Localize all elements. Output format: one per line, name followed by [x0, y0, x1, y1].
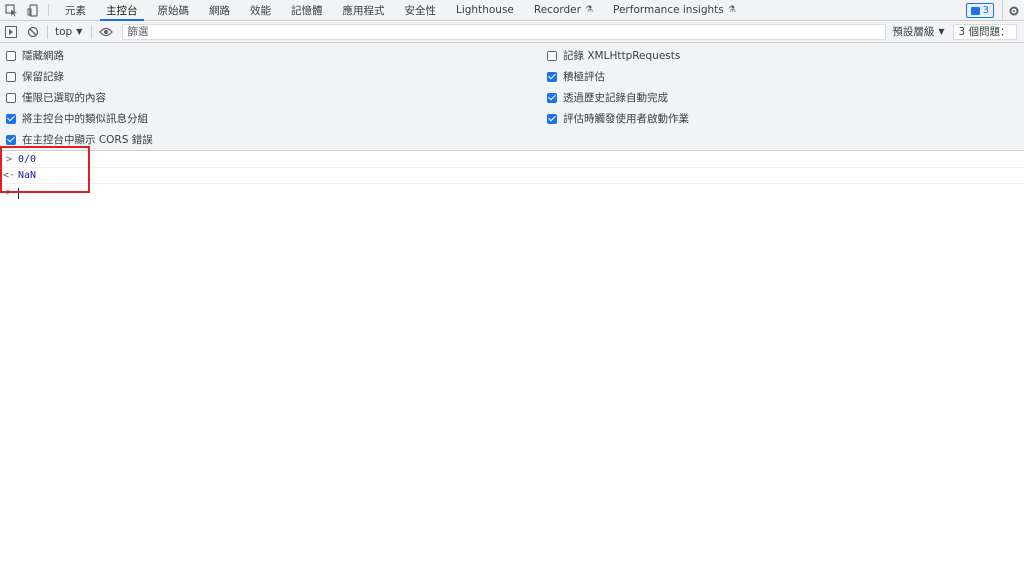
tab-label: 主控台: [106, 4, 138, 17]
setting-preserve-log[interactable]: 保留記錄: [6, 69, 64, 84]
dropdown-arrow-icon: ▼: [76, 27, 83, 36]
checkbox[interactable]: [547, 50, 557, 61]
dropdown-arrow-icon: ▼: [938, 27, 945, 36]
setting-hide-network[interactable]: 隱藏網路: [6, 48, 64, 63]
console-input-message: > 0/0: [0, 152, 1024, 168]
setting-label: 評估時觸發使用者啟動作業: [563, 113, 689, 125]
tab-label: 應用程式: [342, 4, 385, 17]
experimental-flask-icon: ⚗: [584, 5, 594, 15]
issues-counter-button[interactable]: 3 個問題：: [952, 23, 1017, 40]
setting-label: 保留記錄: [22, 71, 64, 83]
tab-elements[interactable]: 元素: [55, 0, 96, 20]
setting-user-activation[interactable]: 評估時觸發使用者啟動作業: [547, 111, 689, 126]
console-result-message: <· NaN: [0, 168, 1024, 184]
console-prompt-line[interactable]: >: [0, 184, 1024, 200]
live-expression-eye-icon[interactable]: [95, 21, 117, 43]
checkbox[interactable]: [6, 71, 16, 82]
separator: [91, 24, 93, 39]
setting-selected-context-only[interactable]: 僅限已選取的內容: [6, 90, 106, 105]
clear-console-icon[interactable]: [22, 21, 44, 43]
tab-memory[interactable]: 記憶體: [281, 0, 333, 20]
tab-performance-insights[interactable]: Performance insights ⚗: [603, 0, 746, 20]
tab-sources[interactable]: 原始碼: [148, 0, 200, 20]
tab-label: 原始碼: [157, 4, 190, 17]
context-label: top: [55, 25, 73, 38]
checkbox[interactable]: [547, 92, 557, 103]
sidebar-toggle-icon[interactable]: [0, 21, 22, 43]
setting-label: 透過歷史記錄自動完成: [563, 92, 668, 104]
filter-input[interactable]: 篩選: [122, 23, 887, 40]
setting-label: 將主控台中的類似訊息分組: [22, 113, 148, 125]
settings-gear-icon[interactable]: [1002, 0, 1024, 21]
tab-performance[interactable]: 效能: [240, 0, 281, 20]
tab-network[interactable]: 網路: [199, 0, 240, 20]
log-levels-label: 預設層級: [892, 26, 935, 38]
red-highlight-box: [0, 146, 90, 193]
tab-security[interactable]: 安全性: [395, 0, 447, 20]
tab-label: Recorder: [533, 4, 581, 16]
tab-label: 安全性: [404, 4, 437, 17]
checkbox[interactable]: [547, 71, 557, 82]
tab-recorder[interactable]: Recorder ⚗: [524, 0, 603, 20]
setting-show-cors-errors[interactable]: 在主控台中顯示 CORS 錯誤: [6, 132, 153, 147]
issues-counter-label: 3 個問題：: [958, 26, 1011, 38]
checkbox[interactable]: [547, 113, 557, 124]
issues-count: 3: [982, 5, 989, 16]
experimental-flask-icon: ⚗: [727, 5, 736, 15]
checkbox[interactable]: [6, 134, 16, 145]
setting-eager-evaluation[interactable]: 積極評估: [547, 69, 605, 84]
context-selector[interactable]: top ▼: [51, 26, 88, 38]
setting-autocomplete-history[interactable]: 透過歷史記錄自動完成: [547, 90, 668, 105]
tab-application[interactable]: 應用程式: [333, 0, 395, 20]
tab-label: 網路: [209, 4, 230, 17]
setting-group-similar[interactable]: 將主控台中的類似訊息分組: [6, 111, 148, 126]
message-icon: [970, 6, 980, 15]
separator: [48, 4, 49, 16]
setting-label: 積極評估: [563, 71, 605, 83]
checkbox[interactable]: [6, 113, 16, 124]
tab-label: 效能: [250, 4, 271, 17]
issues-badge-button[interactable]: 3: [965, 3, 994, 18]
tab-console[interactable]: 主控台: [96, 0, 148, 21]
tab-label: 元素: [65, 4, 86, 17]
devtools-tab-bar: 元素 主控台 原始碼 網路 效能 記憶體 應用程式 安全性 Lighthouse…: [0, 0, 1024, 21]
console-settings-pane: 隱藏網路 保留記錄 僅限已選取的內容 將主控台中的類似訊息分組 在主控台中顯示 …: [0, 43, 1024, 151]
filter-placeholder: 篩選: [127, 26, 149, 38]
setting-label: 僅限已選取的內容: [22, 92, 106, 104]
setting-label: 隱藏網路: [22, 50, 64, 62]
tab-label: 記憶體: [291, 4, 323, 17]
console-output[interactable]: > 0/0 <· NaN >: [0, 151, 1024, 571]
separator: [47, 24, 48, 39]
tabbar-right-controls: 3: [965, 0, 1024, 21]
checkbox[interactable]: [6, 92, 16, 103]
tab-label: Lighthouse: [456, 4, 514, 16]
console-toolbar: top ▼ 篩選 預設層級 ▼ 3 個問題：: [0, 21, 1024, 43]
setting-log-xhr[interactable]: 記錄 XMLHttpRequests: [547, 48, 680, 63]
device-toolbar-icon[interactable]: [22, 0, 44, 20]
setting-label: 記錄 XMLHttpRequests: [563, 50, 681, 62]
tab-lighthouse[interactable]: Lighthouse: [446, 0, 524, 20]
checkbox[interactable]: [6, 50, 16, 61]
inspect-element-icon[interactable]: [0, 0, 22, 20]
tab-label: Performance insights: [613, 4, 724, 16]
log-levels-dropdown[interactable]: 預設層級 ▼: [886, 24, 950, 39]
setting-label: 在主控台中顯示 CORS 錯誤: [22, 134, 153, 146]
